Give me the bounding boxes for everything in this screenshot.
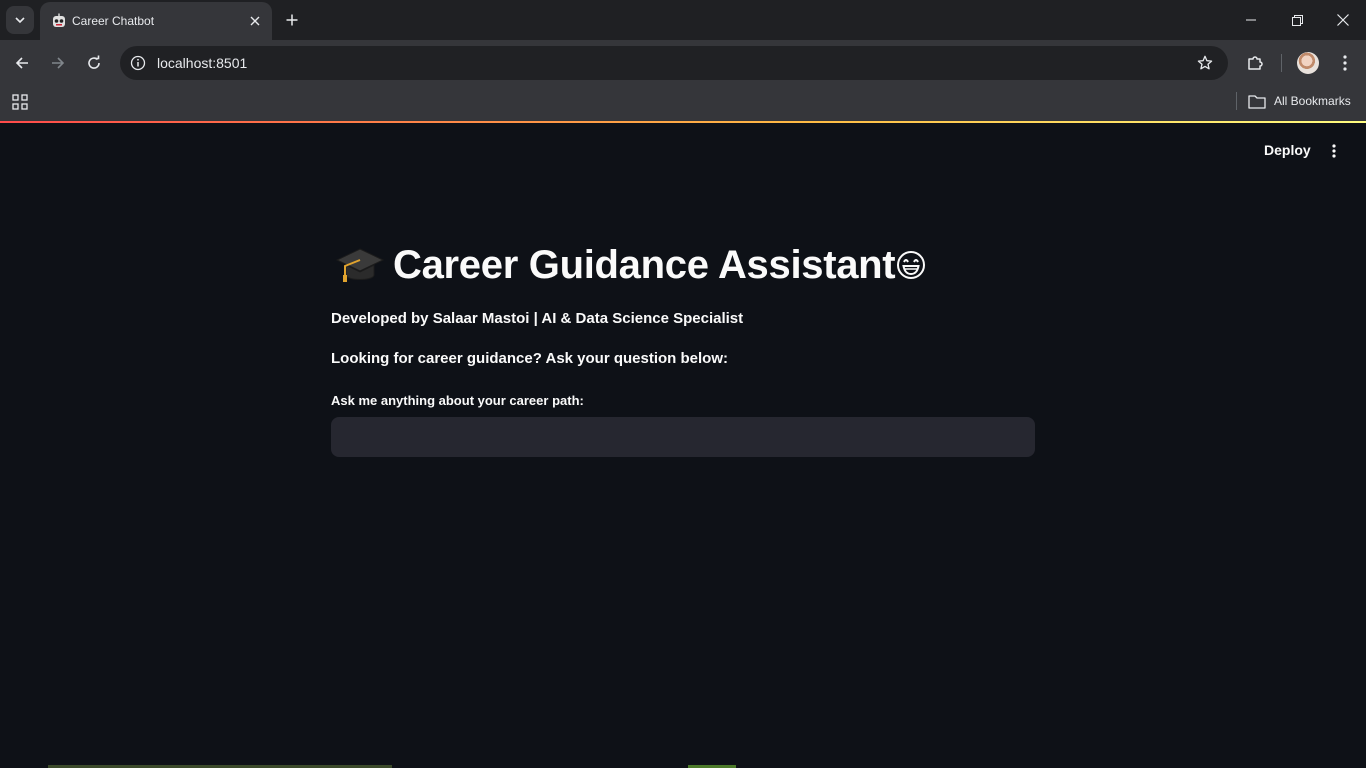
- back-button[interactable]: [10, 51, 34, 75]
- reload-button[interactable]: [82, 51, 106, 75]
- close-tab-button[interactable]: [246, 12, 264, 30]
- tab-title: Career Chatbot: [72, 14, 155, 28]
- graduation-cap-icon: [335, 248, 385, 282]
- grinning-face-icon: [897, 251, 926, 279]
- bookmarks-divider: [1236, 92, 1237, 110]
- toolbar-divider: [1281, 54, 1282, 72]
- site-info-button[interactable]: [129, 54, 147, 72]
- address-bar[interactable]: localhost:8501: [120, 46, 1228, 80]
- apps-grid-icon: [12, 94, 28, 110]
- career-question-input[interactable]: [331, 417, 1035, 457]
- robot-favicon-icon: [53, 13, 65, 27]
- reload-icon: [88, 55, 100, 69]
- info-icon: [130, 55, 146, 71]
- close-window-button[interactable]: [1320, 0, 1366, 40]
- close-icon: [1337, 14, 1349, 26]
- minimize-button[interactable]: [1228, 0, 1274, 40]
- restore-icon: [1291, 14, 1303, 26]
- career-question-label: Ask me anything about your career path:: [331, 393, 584, 408]
- deploy-button[interactable]: Deploy: [1256, 140, 1319, 160]
- star-icon: [1197, 55, 1213, 70]
- profile-avatar[interactable]: [1297, 52, 1319, 74]
- forward-button[interactable]: [46, 51, 70, 75]
- bookmark-star-button[interactable]: [1196, 54, 1214, 72]
- restore-button[interactable]: [1274, 0, 1320, 40]
- prompt-heading: Looking for career guidance? Ask your qu…: [331, 350, 729, 367]
- arrow-left-icon: [15, 57, 28, 69]
- more-vertical-icon: [1343, 55, 1347, 71]
- tab-search-button[interactable]: [6, 6, 34, 34]
- puzzle-icon: [1248, 56, 1263, 70]
- apps-button[interactable]: [10, 92, 30, 112]
- bookmarks-bar: All Bookmarks: [0, 86, 1366, 121]
- folder-icon: [1248, 94, 1266, 109]
- plus-icon: [286, 14, 298, 26]
- close-icon: [250, 16, 260, 26]
- chevron-down-icon: [15, 17, 25, 24]
- browser-tab-active[interactable]: Career Chatbot: [40, 2, 272, 40]
- new-tab-button[interactable]: [281, 9, 303, 31]
- developer-credit: Developed by Salaar Mastoi | AI & Data S…: [331, 310, 744, 327]
- minimize-icon: [1246, 19, 1256, 21]
- page-title: Career Guidance Assistant: [331, 238, 1035, 292]
- all-bookmarks-label: All Bookmarks: [1274, 94, 1351, 108]
- arrow-right-icon: [52, 57, 65, 69]
- title-text: Career Guidance Assistant: [393, 242, 896, 287]
- more-vertical-icon: [1332, 144, 1336, 158]
- all-bookmarks-button[interactable]: All Bookmarks: [1248, 90, 1351, 112]
- main-menu-button[interactable]: [1322, 140, 1346, 162]
- browser-toolbar: localhost:8501: [0, 40, 1366, 86]
- app-header-decoration: [0, 121, 1366, 123]
- extensions-button[interactable]: [1243, 51, 1267, 75]
- browser-tab-strip: Career Chatbot: [0, 0, 1366, 40]
- url-text[interactable]: localhost:8501: [157, 55, 247, 71]
- browser-menu-button[interactable]: [1333, 51, 1357, 75]
